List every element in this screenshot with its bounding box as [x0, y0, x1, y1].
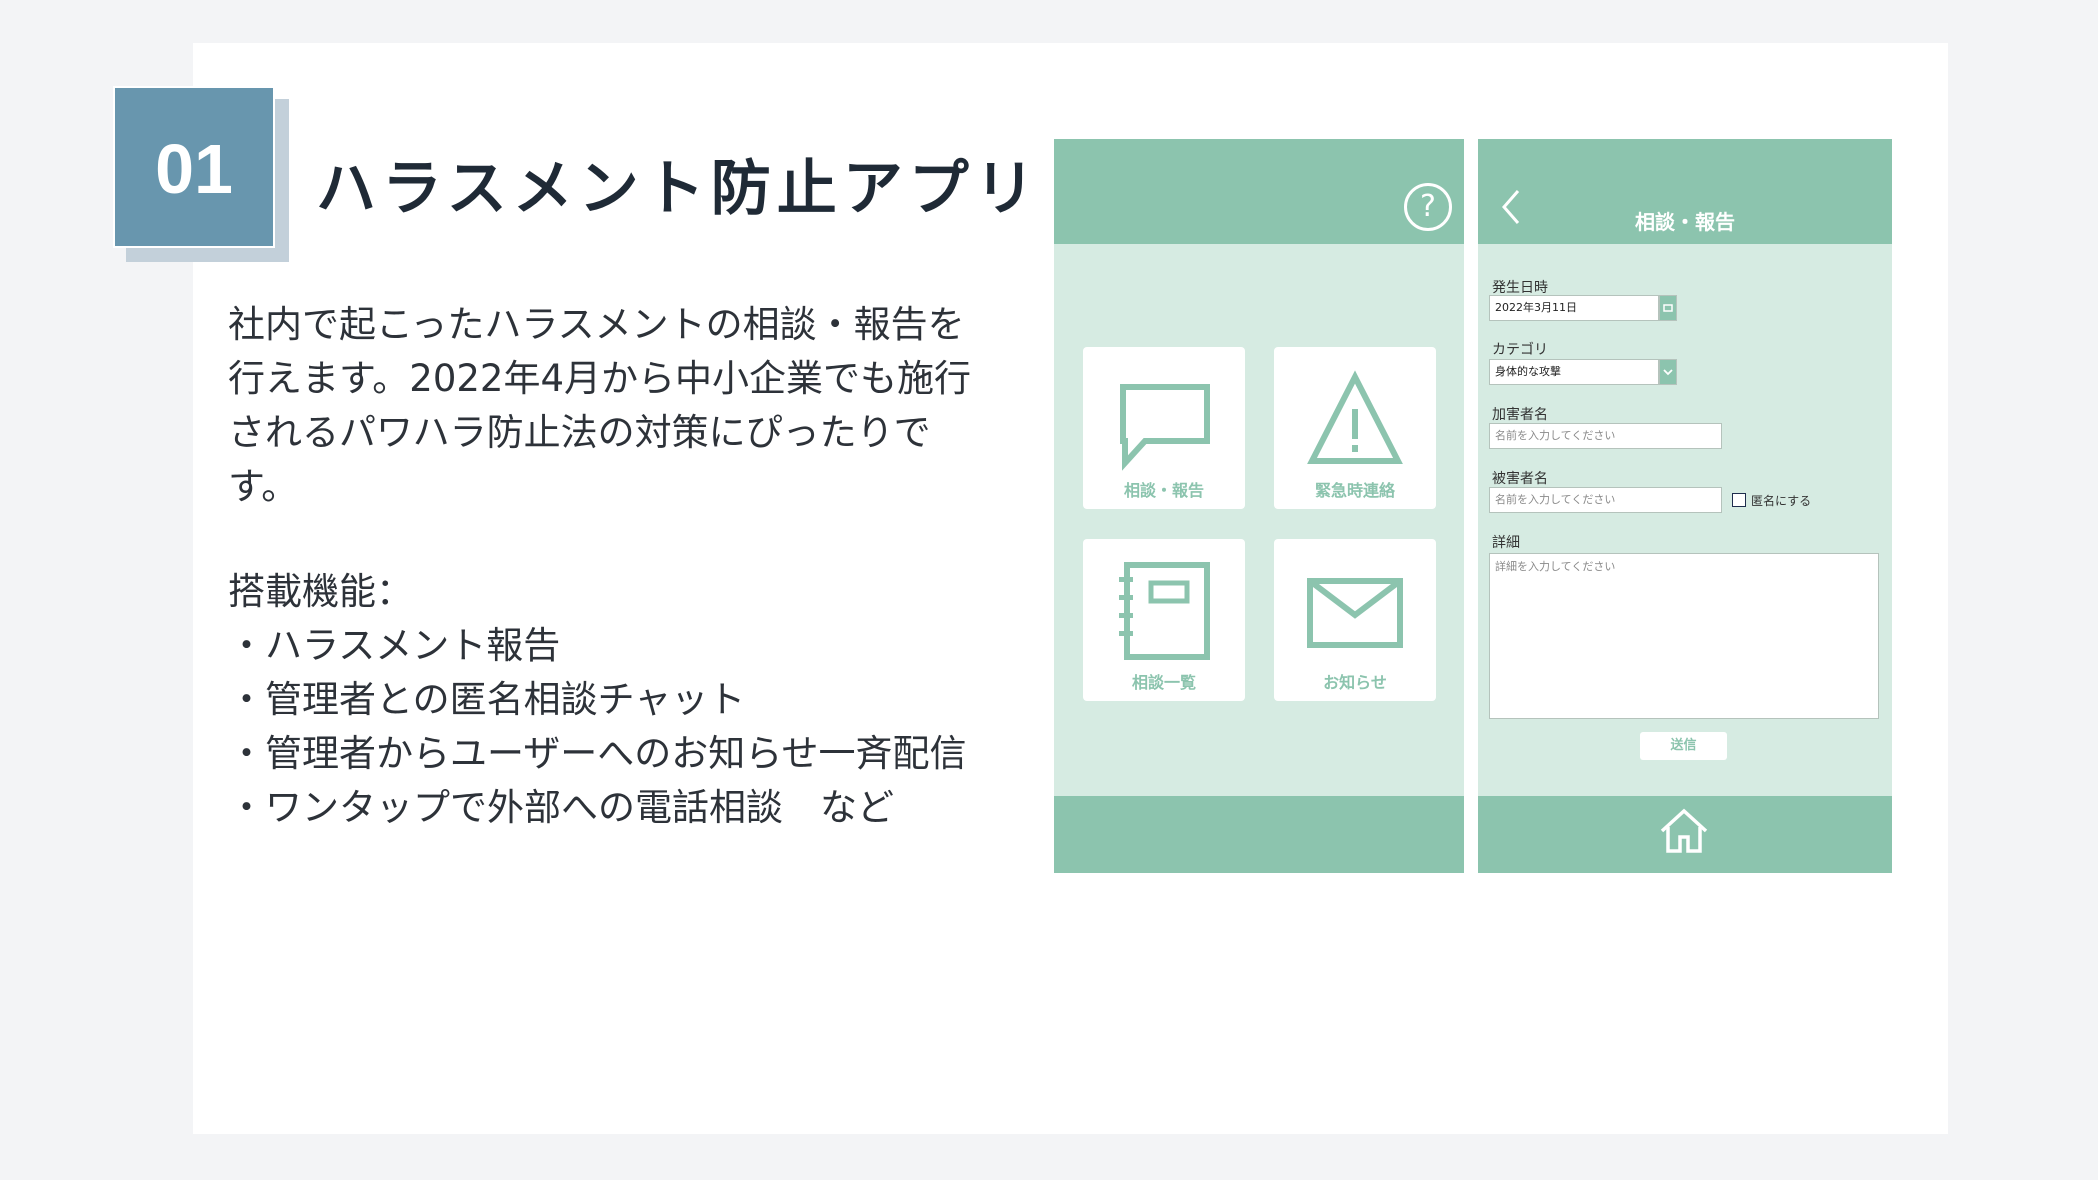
feature-item: 管理者との匿名相談チャット: [228, 673, 1028, 727]
victim-label: 被害者名: [1492, 471, 1548, 487]
date-label: 発生日時: [1492, 280, 1548, 296]
tile-label: 相談一覧: [1131, 673, 1196, 692]
detail-textarea[interactable]: 詳細を入力してください: [1489, 553, 1879, 719]
tile-consult-report[interactable]: 相談・報告: [1083, 347, 1245, 509]
assailant-name-field[interactable]: 名前を入力してください: [1489, 423, 1722, 449]
tile-consult-list[interactable]: 相談一覧: [1083, 539, 1245, 701]
calendar-icon[interactable]: [1659, 295, 1677, 321]
send-button[interactable]: 送信: [1640, 732, 1727, 760]
description-line: す。: [228, 465, 299, 508]
features-section: 搭載機能： ハラスメント報告 管理者との匿名相談チャット 管理者からユーザーへの…: [228, 565, 1028, 835]
home-footer: [1054, 796, 1464, 873]
help-icon[interactable]: ?: [1404, 183, 1452, 231]
features-list: ハラスメント報告 管理者との匿名相談チャット 管理者からユーザーへのお知らせ一斉…: [228, 619, 1028, 835]
number-badge: 01: [113, 86, 275, 248]
date-field[interactable]: 2022年3月11日: [1489, 295, 1659, 321]
feature-item-text: ハラスメント報告: [265, 624, 561, 667]
form-screen-mockup: 相談・報告 発生日時 2022年3月11日 カテゴリ 身体的な攻撃 加害者名 名…: [1478, 139, 1892, 873]
tile-label: お知らせ: [1323, 673, 1387, 692]
victim-name-field[interactable]: 名前を入力してください: [1489, 487, 1722, 513]
feature-item-text: 管理者との匿名相談チャット: [265, 678, 746, 721]
feature-item: ワンタップで外部への電話相談 など: [228, 781, 1028, 835]
tile-emergency-contact[interactable]: 緊急時連絡: [1274, 347, 1436, 509]
home-icon[interactable]: [1658, 807, 1710, 855]
description-line: 社内で起こったハラスメントの相談・報告を: [228, 303, 965, 346]
feature-item-text: ワンタップで外部への電話相談 など: [265, 786, 894, 829]
feature-item: ハラスメント報告: [228, 619, 1028, 673]
anonymous-checkbox[interactable]: [1732, 493, 1746, 507]
tile-label: 相談・報告: [1123, 481, 1204, 500]
chevron-down-icon[interactable]: [1659, 359, 1677, 385]
anonymous-label: 匿名にする: [1751, 494, 1812, 508]
description-line: 行えます。2022年4月から中小企業でも施行: [228, 357, 972, 400]
detail-label: 詳細: [1492, 535, 1520, 551]
description-line: されるパワハラ防止法の対策にぴったりで: [228, 411, 931, 454]
feature-item: 管理者からユーザーへのお知らせ一斉配信: [228, 727, 1028, 781]
category-label: カテゴリ: [1492, 342, 1548, 358]
form-title: 相談・報告: [1635, 210, 1735, 234]
feature-item-text: 管理者からユーザーへのお知らせ一斉配信: [265, 732, 967, 775]
form-header: 相談・報告: [1478, 139, 1892, 244]
description: 社内で起こったハラスメントの相談・報告を 行えます。2022年4月から中小企業で…: [228, 298, 1018, 514]
tile-label: 緊急時連絡: [1314, 481, 1395, 500]
features-heading: 搭載機能：: [228, 570, 413, 613]
tile-notice[interactable]: お知らせ: [1274, 539, 1436, 701]
home-screen-mockup: ? 相談・報告 緊急時連絡 相談一覧 お知らせ: [1054, 139, 1464, 873]
page-title: ハラスメント防止アプリ: [316, 154, 1041, 224]
home-header: ?: [1054, 139, 1464, 244]
assailant-label: 加害者名: [1492, 407, 1548, 423]
category-select[interactable]: 身体的な攻撃: [1489, 359, 1659, 385]
